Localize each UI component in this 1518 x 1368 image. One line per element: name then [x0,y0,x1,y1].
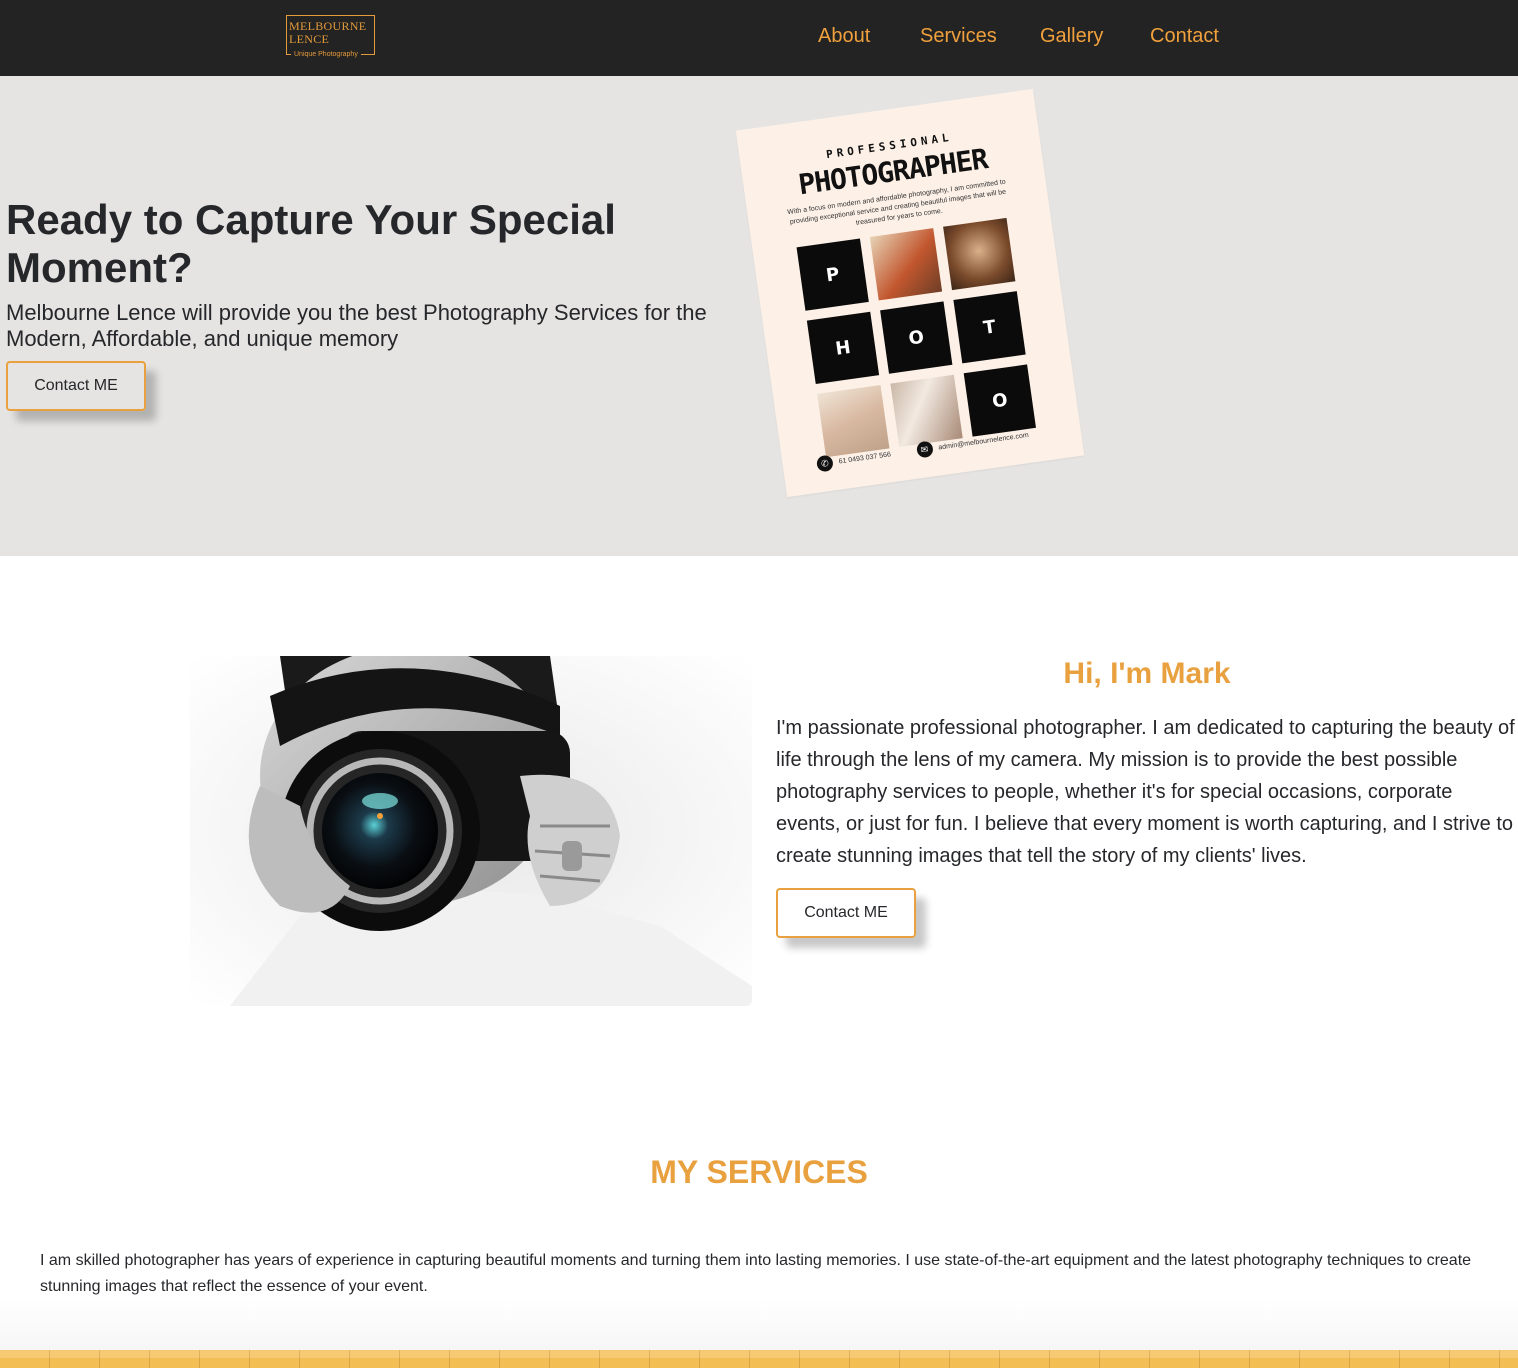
nav-link-about[interactable]: About [818,24,870,48]
hero-contact-button[interactable]: Contact ME [6,361,146,411]
logo-line-1: MELBOURNE [289,19,367,33]
poster-photo-tile [890,374,963,447]
about-contact-button[interactable]: Contact ME [776,888,916,938]
poster-letter-tile: T [953,291,1026,364]
phone-icon: ✆ [815,454,834,473]
hero-subtitle: Melbourne Lence will provide you the bes… [6,300,707,351]
photographer-photo [190,656,752,1006]
gallery-strip [0,1350,1518,1368]
photographer-poster-image: PROFESSIONAL PHOTOGRAPHER With a focus o… [735,88,1085,498]
poster-letter-tile: O [963,364,1036,437]
services-text: I am skilled photographer has years of e… [40,1252,1472,1295]
about-title: Hi, I'm Mark [1063,657,1231,690]
poster-photo-tile [869,228,943,301]
navbar: MELBOURNE LENCE Unique Photography About… [0,0,1518,76]
hero-title: Ready to Capture Your Special Moment? [6,196,616,291]
poster-letter-tile: P [796,238,869,311]
about-text: I'm passionate professional photographer… [776,717,1515,867]
poster-grid: P H O T O [796,217,1036,458]
poster-letter-tile: H [806,311,880,385]
section-fade [0,1300,1518,1350]
services-title: MY SERVICES [650,1154,868,1190]
nav-link-gallery[interactable]: Gallery [1040,24,1103,48]
logo-tagline: Unique Photography [291,50,361,59]
poster-photo-tile [943,217,1016,291]
brand-logo[interactable]: MELBOURNE LENCE Unique Photography [286,15,375,59]
nav-link-services[interactable]: Services [920,24,997,48]
logo-line-2: LENCE [289,32,330,46]
mail-icon: ✉ [915,440,934,459]
photographer-with-camera-image [190,656,752,1006]
poster-phone: 61 0493 037 566 [838,450,892,466]
poster-photo-tile [817,384,890,458]
poster-letter-tile: O [880,301,953,374]
nav-link-contact[interactable]: Contact [1150,24,1219,48]
